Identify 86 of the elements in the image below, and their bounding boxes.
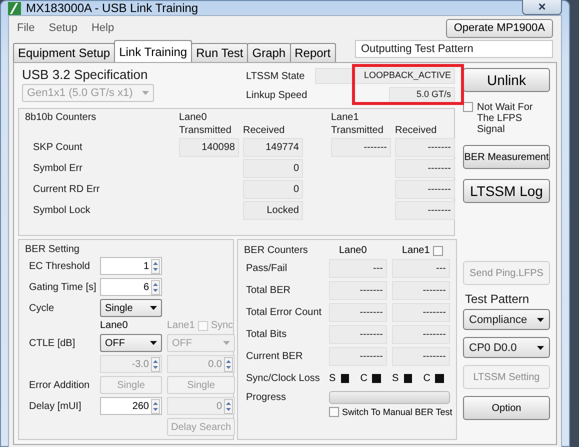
tab[interactable]: Report [290,43,336,62]
lane-label: Lane1 [402,245,430,256]
section-label: Test Pattern [464,292,530,306]
setting-label: Delay [mUI] [28,400,82,412]
lane-label: Lane0 [179,112,208,123]
operate-button[interactable]: Operate MP1900A [446,18,553,38]
counter-value: ------- [329,281,387,300]
row-label: Symbol Err [32,163,84,174]
menu-item[interactable]: Setup [48,22,78,34]
indicator-label: S [329,373,336,384]
row-label: Total BER [245,285,292,296]
tab[interactable]: Graph [247,43,291,62]
row-label: Current BER [245,351,304,362]
pattern-dropdown[interactable]: Compliance [463,309,550,330]
link-label: Linkup Speed [246,90,308,100]
checkbox-label: Sync [210,320,234,331]
side-button[interactable]: LTSSM Log [463,179,550,203]
lane-label: Lane1 [331,112,360,123]
row-label: Pass/Fail [245,263,288,274]
counter-value: Locked [243,201,303,220]
menu-item[interactable]: File [17,22,35,34]
counter-value: --- [392,259,450,278]
column-header: Transmitted [179,125,232,136]
row-label: Progress [245,392,288,403]
counter-value: 0 [243,159,303,178]
row-label: Current RD Err [32,184,101,195]
checkbox-label: Switch To Manual BER Test [342,407,452,417]
counter-value: ------- [395,138,455,157]
counter-value: ------- [329,325,387,344]
lane-label: Lane0 [339,245,367,256]
setting-label: EC Threshold [28,260,91,272]
counter-value: ------- [395,180,455,199]
lane-label: Lane1 [167,320,195,331]
counter-value: ------- [395,159,455,178]
setting-label: CTLE [dB] [28,338,76,348]
counter-value: ------- [331,138,391,157]
counter-value: ------- [392,325,450,344]
pattern-dropdown[interactable]: CP0 D0.0 [463,337,550,358]
close-button[interactable]: × [522,0,562,15]
column-header: Received [395,125,438,136]
counter-value: ------- [395,201,455,220]
counter-value: 149774 [243,138,303,157]
tab[interactable]: Equipment Setup [13,43,116,62]
status-field: Outputting Test Pattern [355,40,553,58]
column-header: Transmitted [331,125,384,136]
group-title: BER Counters [244,245,309,256]
spec-label: USB 3.2 Specification [22,67,149,82]
row-label: Total Bits [245,329,288,340]
indicator-label: S [392,373,399,384]
column-header: Received [243,125,286,136]
tab[interactable]: Run Test [191,43,248,62]
spin-field[interactable]: 260 [100,397,162,415]
counter-value: 0 [243,180,303,199]
side-button[interactable]: BER Measurement [463,145,550,169]
link-value: 5.0 GT/s [389,87,455,103]
menu-item[interactable]: Help [91,22,114,34]
setting-label: Cycle [28,302,56,314]
counter-value: ------- [392,303,450,322]
side-button[interactable]: Option [463,396,550,420]
spin-field[interactable]: 6 [100,278,162,296]
checkbox-label: Not Wait For The LFPS Signal [477,102,534,135]
link-value: LOOPBACK_ACTIVE [315,68,455,84]
counter-value: ------- [392,281,450,300]
row-label: Symbol Lock [32,205,92,216]
dropdown[interactable]: OFF [100,334,162,352]
group-title: 8b10b Counters [25,112,98,123]
indicator-label: C [360,373,368,384]
link-label: LTSSM State [246,70,306,82]
tab[interactable]: Link Training [114,40,192,62]
row-label: SKP Count [32,142,84,153]
row-label: Sync/Clock Loss [245,373,321,384]
counter-value: --- [329,259,387,278]
spin-field[interactable]: 1 [100,257,162,275]
counter-value: ------- [392,347,450,366]
row-label: Total Error Count [245,307,323,318]
indicator-label: C [423,373,430,384]
dropdown[interactable]: Single [100,299,162,317]
counter-value: ------- [329,347,387,366]
side-button[interactable]: Unlink [463,68,550,92]
setting-label: Gating Time [s] [28,282,95,292]
setting-label: Error Addition [28,380,91,390]
counter-value: 140098 [179,138,239,157]
lane-label: Lane0 [100,320,129,331]
counter-value: ------- [329,303,387,322]
group-title: BER Setting [25,244,80,255]
window-title: MX183000A - USB Link Training [26,1,198,15]
